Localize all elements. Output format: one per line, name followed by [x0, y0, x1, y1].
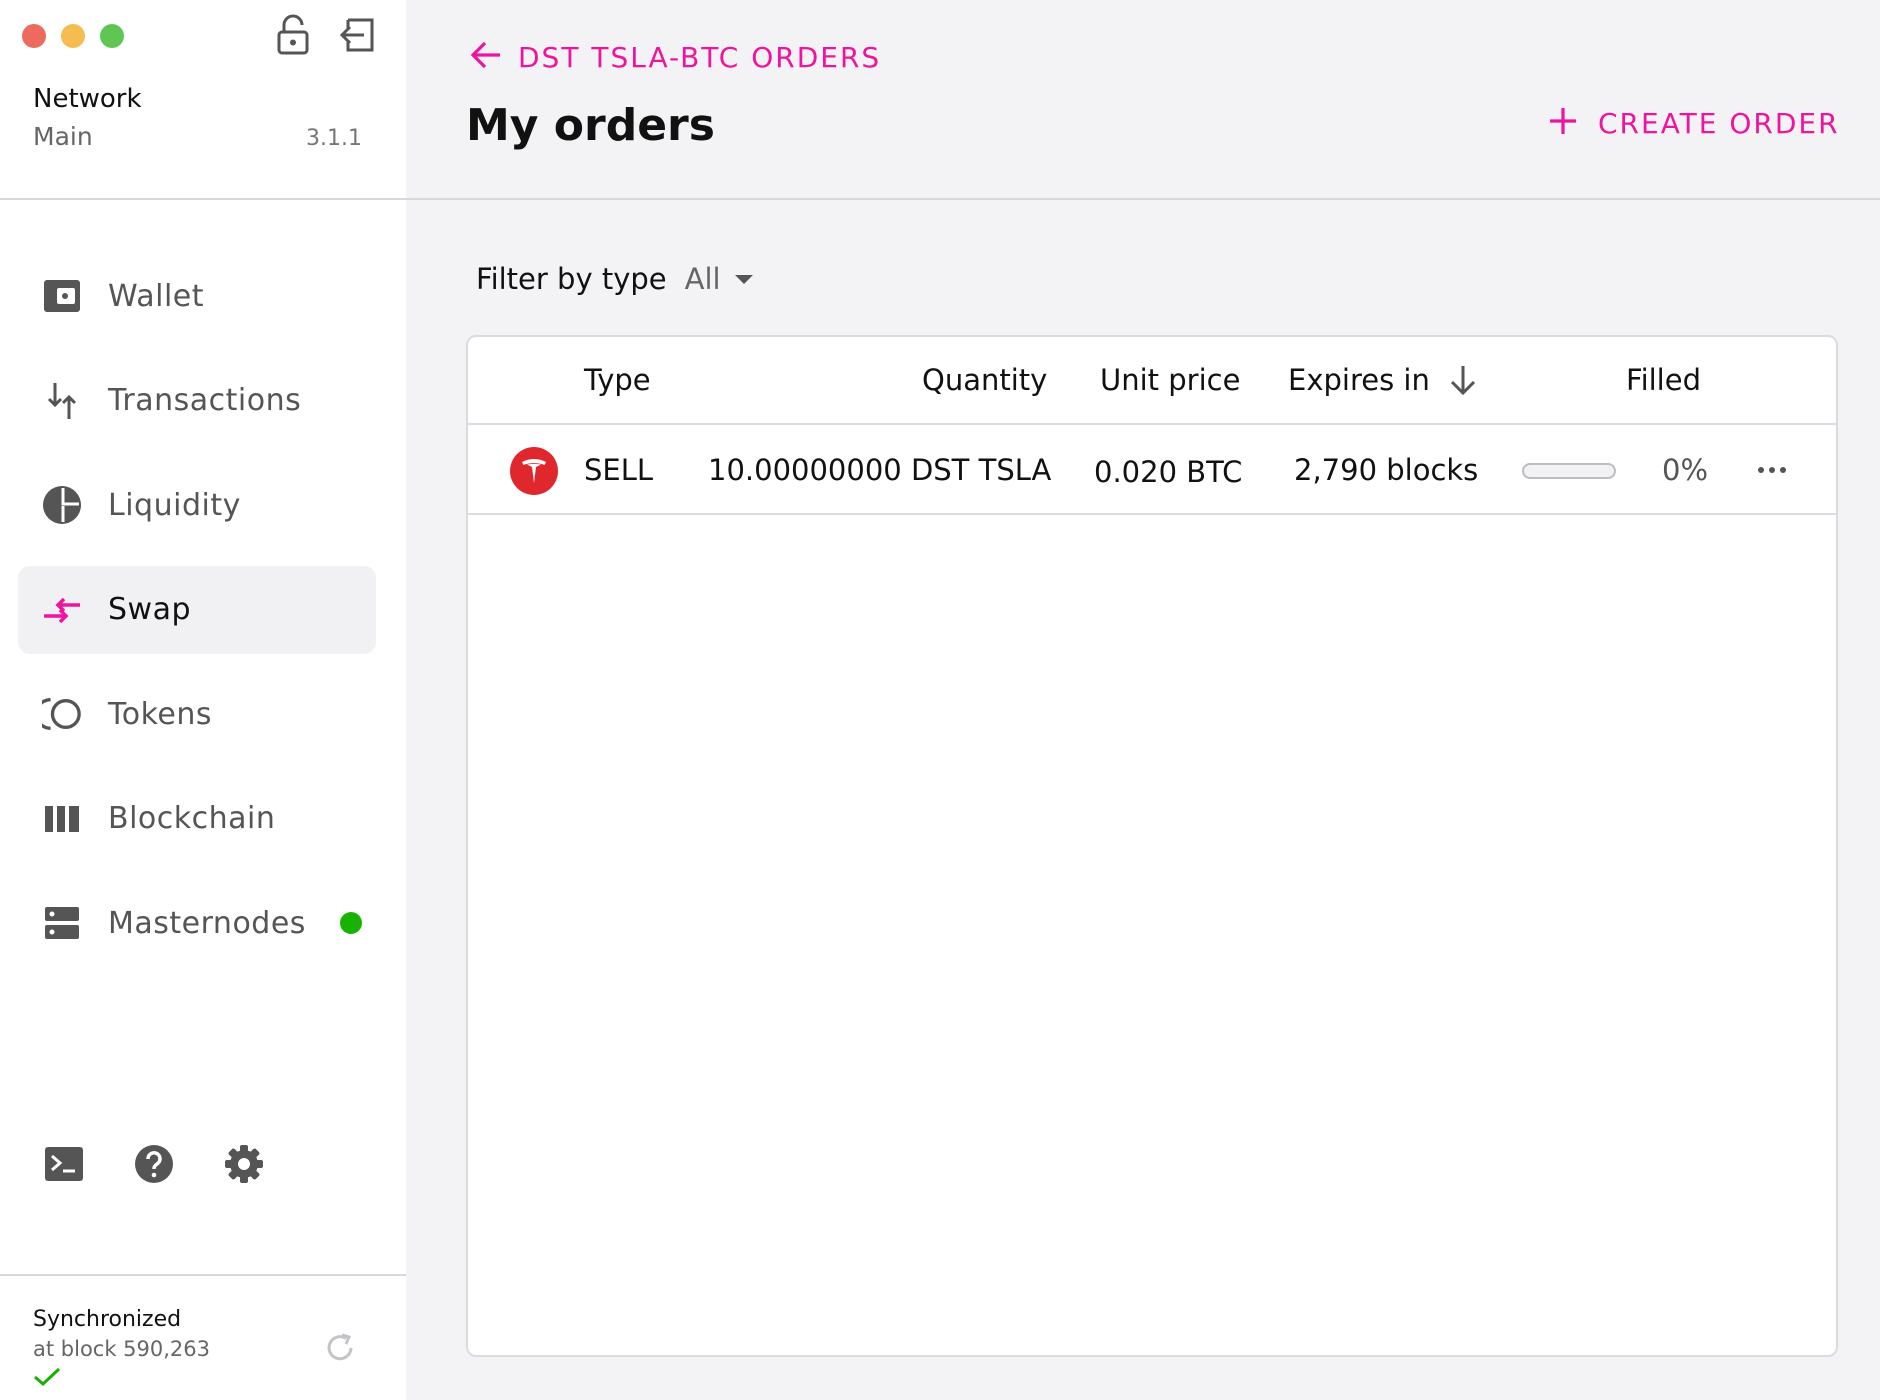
sidebar-item-wallet[interactable]: Wallet [18, 252, 376, 340]
column-header-filled[interactable]: Filled [1626, 363, 1701, 397]
filled-progress-bar [1522, 463, 1616, 479]
back-link[interactable]: DST TSLA-BTC ORDERS [470, 40, 881, 74]
divider [0, 198, 406, 200]
refresh-icon[interactable] [322, 1330, 358, 1366]
more-dot [1769, 467, 1775, 473]
sidebar-item-transactions[interactable]: Transactions [18, 357, 376, 445]
sidebar-item-swap[interactable]: Swap [18, 565, 376, 654]
filter-bar: Filter by type All [476, 262, 753, 296]
lock-icon[interactable] [272, 14, 314, 56]
more-dot [1758, 467, 1764, 473]
divider [0, 1274, 406, 1276]
divider [406, 198, 1880, 200]
page-title: My orders [466, 100, 715, 151]
sort-down-icon [1448, 364, 1478, 396]
network-label: Network [33, 84, 142, 114]
sidebar-item-label: Masternodes [108, 905, 306, 941]
more-dot [1780, 467, 1786, 473]
wallet-icon [42, 276, 82, 316]
main-content: DST TSLA-BTC ORDERS My orders CREATE ORD… [406, 0, 1880, 1400]
column-header-expires-in[interactable]: Expires in [1288, 363, 1478, 397]
back-link-label: DST TSLA-BTC ORDERS [518, 40, 882, 74]
app-version: 3.1.1 [306, 126, 362, 151]
sidebar-item-label: Transactions [108, 383, 302, 418]
sidebar-item-masternodes[interactable]: Masternodes [18, 879, 376, 967]
transactions-icon [42, 381, 82, 421]
order-unit-price: 0.020 BTC [1094, 455, 1243, 489]
filter-label: Filter by type [476, 262, 667, 296]
liquidity-icon [42, 485, 82, 525]
create-order-label: CREATE ORDER [1598, 106, 1840, 140]
sidebar-item-liquidity[interactable]: Liquidity [18, 461, 376, 549]
sidebar-item-blockchain[interactable]: Blockchain [18, 775, 376, 863]
sidebar-nav: Wallet Transactions Liquidity Swap Token… [18, 252, 376, 984]
sidebar-item-label: Blockchain [108, 801, 276, 836]
masternodes-status-dot [339, 912, 362, 934]
order-type: SELL [584, 453, 654, 487]
logout-icon[interactable] [336, 14, 378, 56]
caret-down-icon [734, 274, 753, 284]
check-icon [33, 1367, 61, 1391]
plus-icon [1548, 106, 1578, 140]
filter-type-dropdown[interactable]: All [685, 262, 753, 296]
sidebar-item-tokens[interactable]: Tokens [18, 670, 376, 758]
settings-icon[interactable] [222, 1142, 266, 1186]
tesla-logo-icon [510, 447, 558, 495]
more-options-button[interactable] [1752, 455, 1792, 485]
create-order-button[interactable]: CREATE ORDER [1548, 106, 1840, 140]
swap-icon [42, 590, 82, 630]
tokens-icon [42, 694, 82, 734]
table-header: Type Quantity Unit price Expires in Fill… [468, 337, 1836, 425]
sidebar-item-label: Wallet [108, 278, 205, 314]
order-quantity: 10.00000000 DST TSLA [708, 453, 1052, 487]
window-close-button[interactable] [22, 24, 46, 48]
orders-table: Type Quantity Unit price Expires in Fill… [466, 335, 1838, 1357]
sidebar-item-label: Liquidity [108, 487, 241, 523]
sidebar-item-label: Swap [108, 592, 192, 627]
column-header-type[interactable]: Type [584, 363, 651, 397]
sidebar: Network Main 3.1.1 Wallet Transactions L… [0, 0, 406, 1400]
order-expires-in: 2,790 blocks [1294, 453, 1479, 487]
table-row: SELL 10.00000000 DST TSLA 0.020 BTC 2,79… [468, 425, 1836, 515]
filter-value: All [684, 262, 721, 296]
masternodes-icon [42, 903, 82, 943]
sync-status-block: at block 590,263 [33, 1337, 211, 1361]
arrow-left-icon [470, 40, 502, 74]
blockchain-icon [42, 799, 82, 839]
column-header-unit-price[interactable]: Unit price [1100, 363, 1240, 397]
sync-status-title: Synchronized [33, 1307, 182, 1332]
window-minimize-button[interactable] [61, 24, 85, 48]
sidebar-item-label: Tokens [108, 696, 212, 732]
window-controls [22, 24, 124, 48]
network-value: Main [33, 122, 93, 151]
terminal-icon[interactable] [42, 1142, 86, 1186]
column-header-quantity[interactable]: Quantity [922, 363, 1047, 397]
help-icon[interactable] [132, 1142, 176, 1186]
order-filled: 0% [1662, 453, 1709, 487]
column-header-expires-in-label: Expires in [1288, 363, 1430, 397]
window-maximize-button[interactable] [100, 24, 124, 48]
